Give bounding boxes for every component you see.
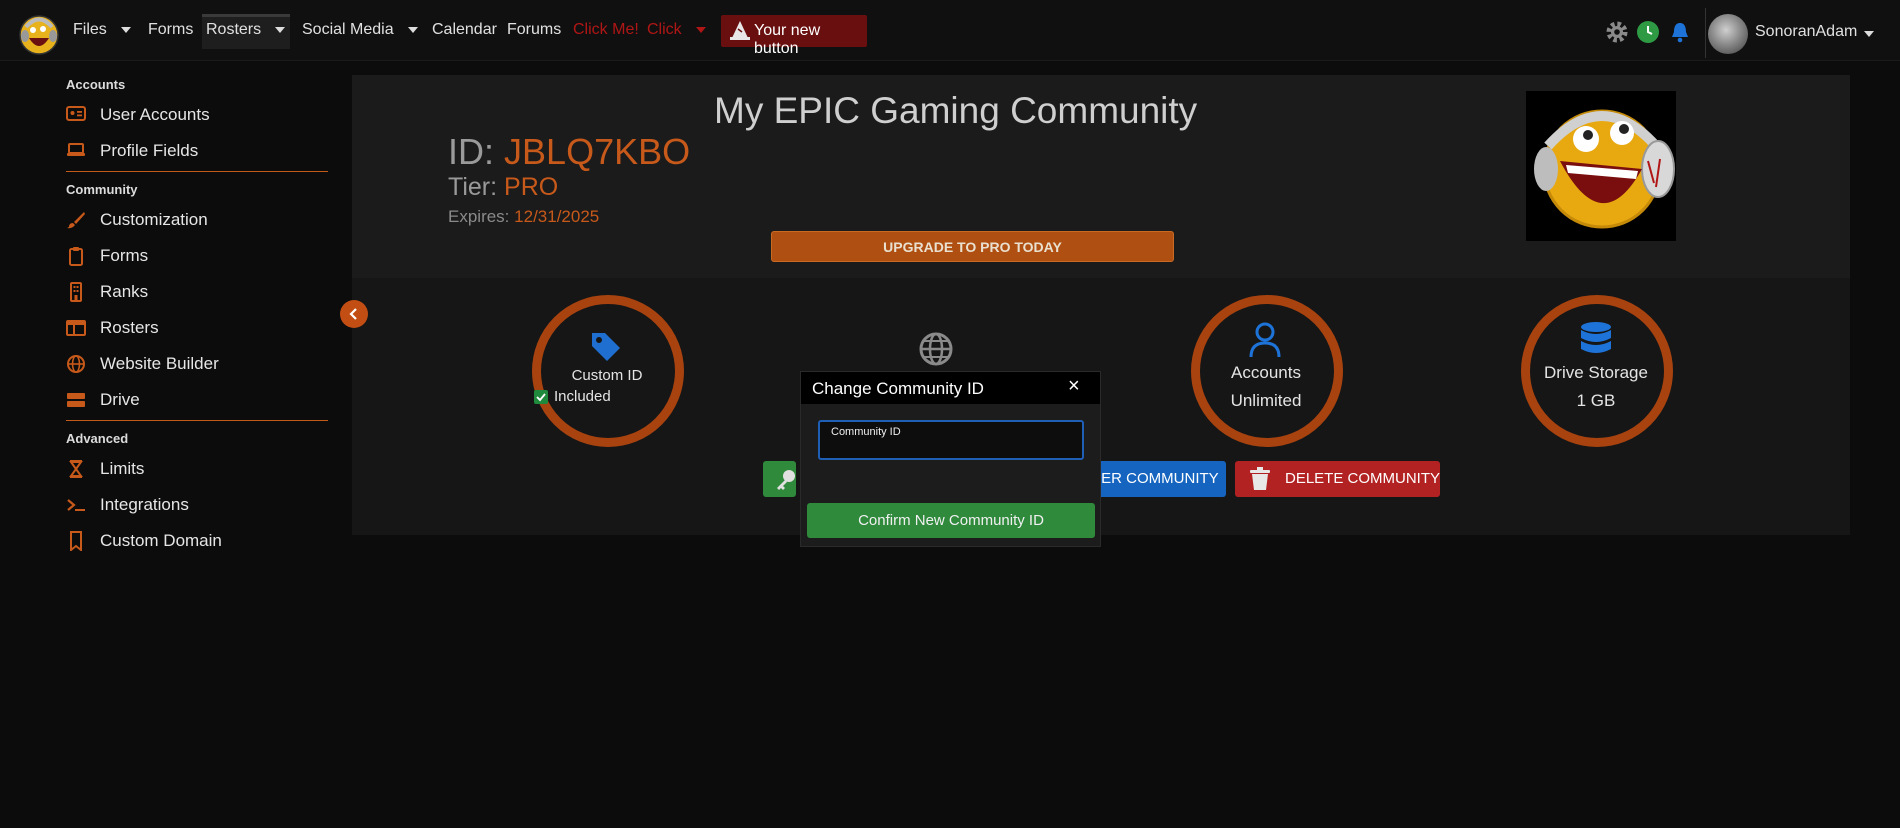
id-card-icon bbox=[66, 106, 86, 121]
community-id-line: ID: JBLQ7KBO bbox=[448, 131, 690, 173]
paintbrush-icon bbox=[67, 212, 85, 229]
hourglass-icon bbox=[69, 460, 83, 478]
nav-files[interactable]: Files bbox=[73, 21, 131, 39]
top-navbar: Files Forms Rosters Social Media Calenda… bbox=[0, 0, 1900, 61]
clipboard-icon bbox=[69, 247, 83, 266]
building-icon bbox=[70, 282, 82, 302]
chevron-down-icon[interactable] bbox=[1864, 31, 1874, 37]
trash-icon bbox=[1250, 467, 1270, 490]
nav-calendar[interactable]: Calendar bbox=[432, 21, 497, 39]
tier-value: PRO bbox=[504, 173, 559, 201]
change-id-modal: Change Community ID × Community ID Confi… bbox=[800, 371, 1101, 547]
bell-icon[interactable] bbox=[1668, 20, 1692, 44]
confirm-new-id-button[interactable]: Confirm New Community ID bbox=[807, 503, 1095, 538]
clock-icon[interactable] bbox=[1636, 20, 1660, 44]
key-icon bbox=[777, 470, 795, 490]
globe-icon bbox=[919, 332, 953, 366]
sidebar-item-integrations[interactable]: Integrations bbox=[66, 493, 336, 517]
delete-community-label: DELETE COMMUNITY bbox=[1285, 470, 1441, 487]
sidebar-item-rosters[interactable]: Rosters bbox=[66, 316, 336, 340]
modal-header: Change Community ID × bbox=[801, 372, 1100, 404]
nav-click-me[interactable]: Click Me! bbox=[573, 21, 639, 39]
community-logo[interactable] bbox=[1526, 91, 1676, 241]
nav-forms[interactable]: Forms bbox=[148, 21, 193, 39]
gear-icon[interactable] bbox=[1605, 20, 1629, 44]
custom-new-button-label: Your new button bbox=[754, 22, 821, 57]
sidebar-item-drive[interactable]: Drive bbox=[66, 388, 336, 412]
nav-social-media[interactable]: Social Media bbox=[302, 21, 418, 39]
feature-title: Custom ID bbox=[571, 367, 643, 384]
app-logo[interactable] bbox=[18, 14, 60, 56]
feature-value: Included bbox=[554, 388, 611, 405]
chevron-down-icon bbox=[407, 26, 418, 33]
tag-icon bbox=[592, 333, 620, 361]
user-avatar[interactable] bbox=[1708, 14, 1748, 54]
transfer-community-label: FER COMMUNITY bbox=[1092, 470, 1219, 487]
collapse-sidebar-button[interactable] bbox=[340, 300, 368, 328]
chevron-down-icon bbox=[120, 26, 131, 33]
sidebar-item-custom-domain[interactable]: Custom Domain bbox=[66, 529, 336, 553]
sidebar-item-ranks[interactable]: Ranks bbox=[66, 280, 336, 304]
wizard-hat-icon bbox=[730, 21, 750, 40]
community-tier-line: Tier: PRO bbox=[448, 173, 558, 202]
terminal-icon bbox=[67, 499, 85, 511]
expires-value: 12/31/2025 bbox=[514, 207, 600, 226]
community-id-value: JBLQ7KBO bbox=[504, 131, 691, 172]
sidebar-heading-accounts: Accounts bbox=[66, 77, 126, 92]
change-id-button[interactable] bbox=[763, 461, 796, 497]
nav-forums[interactable]: Forums bbox=[507, 21, 561, 39]
sidebar-heading-community: Community bbox=[66, 182, 138, 197]
table-icon bbox=[66, 320, 86, 336]
nav-rosters[interactable]: Rosters bbox=[206, 21, 286, 39]
chevron-left-icon bbox=[349, 308, 357, 320]
chevron-down-icon bbox=[275, 26, 286, 33]
nav-divider bbox=[1705, 8, 1706, 58]
sidebar-item-website-builder[interactable]: Website Builder bbox=[66, 352, 336, 376]
feature-title: Drive Storage bbox=[1544, 363, 1648, 382]
community-id-field[interactable]: Community ID bbox=[818, 420, 1084, 460]
delete-community-button[interactable]: DELETE COMMUNITY bbox=[1235, 461, 1440, 497]
sidebar-item-customization[interactable]: Customization bbox=[66, 208, 336, 232]
chevron-down-icon bbox=[695, 26, 706, 33]
community-id-label: ID: bbox=[448, 131, 495, 172]
expires-label: Expires: bbox=[448, 207, 510, 226]
sidebar-item-profile-fields[interactable]: Profile Fields bbox=[66, 139, 336, 163]
sidebar-item-limits[interactable]: Limits bbox=[66, 457, 336, 481]
tier-label: Tier: bbox=[448, 173, 498, 201]
sidebar-item-forms[interactable]: Forms bbox=[66, 244, 336, 268]
community-id-input[interactable] bbox=[829, 439, 1073, 459]
username[interactable]: SonoranAdam bbox=[1755, 23, 1857, 41]
hard-drive-icon bbox=[67, 393, 85, 407]
laptop-icon bbox=[67, 143, 85, 156]
upgrade-button[interactable]: UPGRADE TO PRO TODAY bbox=[771, 231, 1174, 262]
bookmark-icon bbox=[70, 531, 82, 551]
community-expires-line: Expires: 12/31/2025 bbox=[448, 207, 599, 227]
custom-new-button[interactable]: Your new button bbox=[721, 15, 867, 57]
sidebar-heading-advanced: Advanced bbox=[66, 431, 129, 446]
feature-title: Accounts bbox=[1231, 363, 1301, 382]
globe-icon bbox=[67, 355, 85, 373]
transfer-community-button[interactable]: FER COMMUNITY bbox=[1085, 461, 1226, 497]
user-icon bbox=[1249, 322, 1281, 358]
modal-title: Change Community ID bbox=[812, 379, 984, 398]
feature-value: Unlimited bbox=[1230, 391, 1302, 410]
sidebar-divider bbox=[66, 420, 328, 421]
community-name: My EPIC Gaming Community bbox=[714, 90, 1198, 131]
database-icon bbox=[1581, 322, 1611, 353]
close-icon[interactable]: × bbox=[1068, 375, 1080, 398]
sidebar-divider bbox=[66, 171, 328, 172]
community-id-field-label: Community ID bbox=[831, 426, 901, 438]
feature-value: 1 GB bbox=[1576, 391, 1616, 410]
check-icon bbox=[534, 390, 548, 404]
sidebar-item-user-accounts[interactable]: User Accounts bbox=[66, 103, 336, 127]
nav-click-dropdown[interactable]: Click bbox=[647, 21, 706, 39]
